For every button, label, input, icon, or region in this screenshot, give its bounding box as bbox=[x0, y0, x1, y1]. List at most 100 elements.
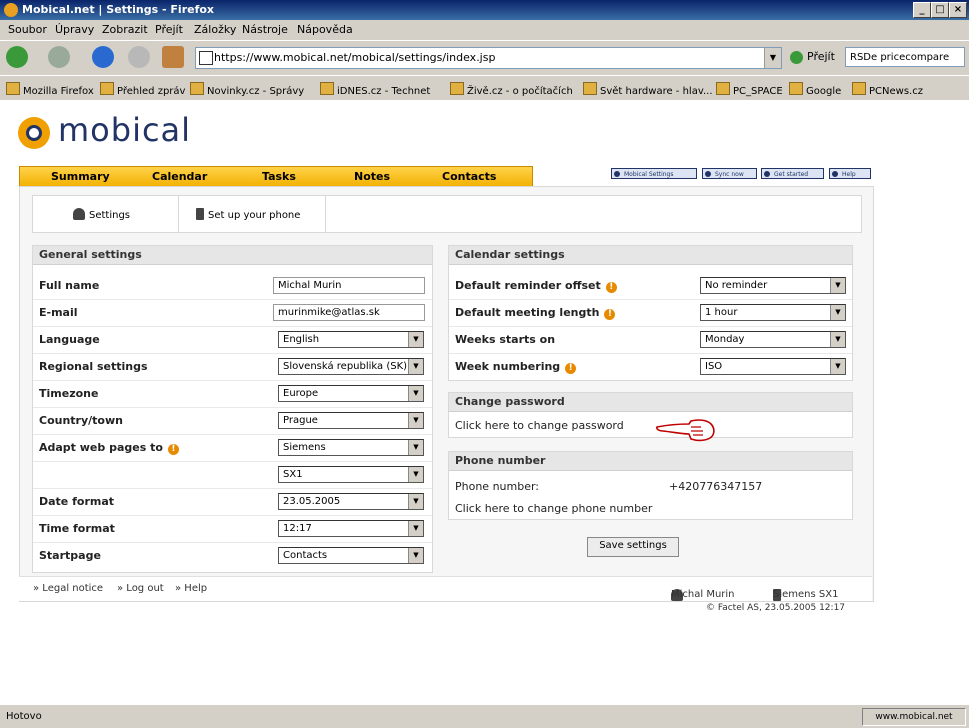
save-settings-button[interactable]: Save settings bbox=[587, 537, 679, 557]
maximize-button[interactable]: □ bbox=[931, 2, 949, 18]
close-button[interactable]: × bbox=[949, 2, 967, 18]
menu-go[interactable]: Přejít bbox=[155, 23, 183, 36]
time-format-select[interactable]: 12:17 ▼ bbox=[278, 520, 424, 537]
phone-number-value: +420776347157 bbox=[669, 480, 763, 493]
top-link-sync[interactable]: Sync now bbox=[702, 168, 757, 179]
menu-edit[interactable]: Úpravy bbox=[55, 23, 94, 36]
language-select[interactable]: English ▼ bbox=[278, 331, 424, 348]
email-row: E-mail murinmike@atlas.sk bbox=[33, 299, 432, 327]
dropdown-arrow-icon: ▼ bbox=[408, 386, 423, 401]
reload-icon[interactable] bbox=[92, 46, 114, 68]
meeting-length-select[interactable]: 1 hour ▼ bbox=[700, 304, 846, 321]
stop-icon[interactable] bbox=[128, 46, 150, 68]
info-icon[interactable]: ! bbox=[167, 444, 179, 455]
time-format-row: Time format 12:17 ▼ bbox=[33, 515, 432, 543]
subnav-setup-phone[interactable]: Set up your phone bbox=[196, 208, 300, 221]
main-tabs: Summary Calendar Tasks Notes Contacts bbox=[19, 166, 533, 187]
bookmark-item[interactable]: Živě.cz - o počítačích bbox=[450, 82, 573, 97]
page-icon bbox=[716, 82, 730, 95]
subnav-settings[interactable]: Settings bbox=[73, 208, 130, 221]
page-icon bbox=[852, 82, 866, 95]
footer-logout-link[interactable]: » Log out bbox=[117, 583, 164, 594]
footer-help-link[interactable]: » Help bbox=[175, 583, 207, 594]
bookmarks-toolbar: Mozilla Firefox Přehled zpráv Novinky.cz… bbox=[0, 75, 969, 101]
timezone-select[interactable]: Europe ▼ bbox=[278, 385, 424, 402]
url-text: https://www.mobical.net/mobical/settings… bbox=[214, 51, 496, 64]
regional-select[interactable]: Slovenská republika (SK) ▼ bbox=[278, 358, 424, 375]
bookmark-item[interactable]: Novinky.cz - Správy bbox=[190, 82, 304, 97]
menu-help[interactable]: Nápověda bbox=[297, 23, 353, 36]
status-bar: Hotovo www.mobical.net bbox=[0, 704, 969, 728]
country-select[interactable]: Prague ▼ bbox=[278, 412, 424, 429]
top-link-settings[interactable]: Mobical Settings bbox=[611, 168, 697, 179]
forward-icon[interactable] bbox=[48, 46, 70, 68]
sub-navigation: Settings Set up your phone bbox=[32, 195, 862, 233]
email-input[interactable]: murinmike@atlas.sk bbox=[273, 304, 425, 321]
bookmark-item[interactable]: Přehled zpráv bbox=[100, 82, 185, 97]
url-dropdown-icon[interactable]: ▼ bbox=[764, 48, 781, 68]
general-settings-panel: General settings Full name Michal Murin … bbox=[32, 245, 433, 573]
minimize-button[interactable]: _ bbox=[913, 2, 931, 18]
tab-contacts[interactable]: Contacts bbox=[442, 170, 496, 183]
adapt-model-row: SX1 ▼ bbox=[33, 461, 432, 489]
top-link-help[interactable]: Help bbox=[829, 168, 871, 179]
calendar-settings-header: Calendar settings bbox=[449, 246, 852, 265]
reminder-select[interactable]: No reminder ▼ bbox=[700, 277, 846, 294]
tab-summary[interactable]: Summary bbox=[51, 170, 110, 183]
menu-tools[interactable]: Nástroje bbox=[242, 23, 288, 36]
change-phone-link[interactable]: Click here to change phone number bbox=[455, 502, 652, 515]
language-row: Language English ▼ bbox=[33, 326, 432, 354]
menu-bookmarks[interactable]: Záložky bbox=[194, 23, 236, 36]
reminder-row: Default reminder offset! No reminder ▼ bbox=[449, 272, 852, 300]
full-name-input[interactable]: Michal Murin bbox=[273, 277, 425, 294]
menu-view[interactable]: Zobrazit bbox=[102, 23, 148, 36]
week-start-select[interactable]: Monday ▼ bbox=[700, 331, 846, 348]
mobical-logo-icon bbox=[18, 117, 50, 149]
bookmark-item[interactable]: iDNES.cz - Technet bbox=[320, 82, 430, 97]
bookmark-item[interactable]: Svět hardware - hlav... bbox=[583, 82, 713, 97]
bookmark-item[interactable]: Mozilla Firefox bbox=[6, 82, 94, 97]
tab-calendar[interactable]: Calendar bbox=[152, 170, 207, 183]
address-bar[interactable]: https://www.mobical.net/mobical/settings… bbox=[195, 47, 782, 69]
info-icon[interactable]: ! bbox=[565, 363, 577, 374]
tab-notes[interactable]: Notes bbox=[354, 170, 390, 183]
status-domain: www.mobical.net bbox=[862, 708, 966, 726]
menu-file[interactable]: Soubor bbox=[8, 23, 47, 36]
dropdown-arrow-icon: ▼ bbox=[830, 278, 845, 293]
go-icon bbox=[790, 50, 803, 64]
back-icon[interactable] bbox=[6, 46, 28, 68]
adapt-row: Adapt web pages to! Siemens ▼ bbox=[33, 434, 432, 462]
regional-row: Regional settings Slovenská republika (S… bbox=[33, 353, 432, 381]
adapt-model-select[interactable]: SX1 ▼ bbox=[278, 466, 424, 483]
dropdown-arrow-icon: ▼ bbox=[408, 332, 423, 347]
full-name-row: Full name Michal Murin bbox=[33, 272, 432, 300]
bookmark-item[interactable]: PCNews.cz bbox=[852, 82, 923, 97]
adapt-brand-select[interactable]: Siemens ▼ bbox=[278, 439, 424, 456]
user-icon bbox=[73, 208, 85, 220]
top-link-started[interactable]: Get started bbox=[761, 168, 824, 179]
info-icon[interactable]: ! bbox=[604, 309, 616, 320]
phone-number-panel: Phone number Phone number: +420776347157… bbox=[448, 451, 853, 520]
calendar-settings-panel: Calendar settings Default reminder offse… bbox=[448, 245, 853, 381]
phone-icon bbox=[196, 208, 204, 220]
dropdown-arrow-icon: ▼ bbox=[408, 359, 423, 374]
week-numbering-select[interactable]: ISO ▼ bbox=[700, 358, 846, 375]
date-format-select[interactable]: 23.05.2005 ▼ bbox=[278, 493, 424, 510]
tab-tasks[interactable]: Tasks bbox=[262, 170, 296, 183]
folder-icon bbox=[100, 82, 114, 95]
search-input[interactable]: RSDe pricecompare bbox=[845, 47, 965, 67]
change-password-link[interactable]: Click here to change password bbox=[455, 419, 624, 432]
dropdown-arrow-icon: ▼ bbox=[830, 305, 845, 320]
phone-number-header: Phone number bbox=[449, 452, 852, 471]
bookmark-item[interactable]: PC_SPACE bbox=[716, 82, 783, 97]
info-icon[interactable]: ! bbox=[605, 282, 617, 293]
go-button[interactable]: Přejít bbox=[790, 50, 835, 64]
dropdown-arrow-icon: ▼ bbox=[408, 413, 423, 428]
home-icon[interactable] bbox=[162, 46, 184, 68]
dropdown-arrow-icon: ▼ bbox=[408, 521, 423, 536]
footer-legal-link[interactable]: » Legal notice bbox=[33, 583, 103, 594]
phone-number-label: Phone number: bbox=[455, 480, 540, 493]
startpage-select[interactable]: Contacts ▼ bbox=[278, 547, 424, 564]
week-numbering-row: Week numbering! ISO ▼ bbox=[449, 353, 852, 380]
bookmark-item[interactable]: Google bbox=[789, 82, 841, 97]
